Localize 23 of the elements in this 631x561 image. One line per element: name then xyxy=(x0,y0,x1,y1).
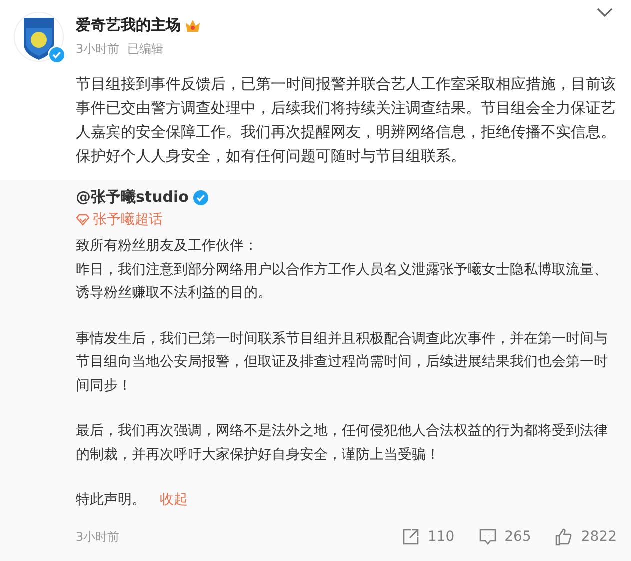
share-button[interactable]: 110 xyxy=(402,528,455,546)
topic-link[interactable]: 张予曦超话 xyxy=(76,211,617,229)
diamond-icon xyxy=(76,214,90,226)
post-text: 节目组接到事件反馈后，已第一时间报警并联合艺人工作室采取相应措施，目前该事件已交由警方调查处理中，后续我们将持续关注调查结果。节目组会全力保证艺人嘉宾的安全保障工作。我们再次提醒网友，明辨网络信息，拒绝传播不实信息。保护好个人人身安全，如有任何问题可随时与节目组联系。 xyxy=(75,74,617,167)
share-icon xyxy=(402,528,420,546)
author-name[interactable]: 爱奇艺我的主场 xyxy=(76,16,181,35)
greeting-text: 致所有粉丝朋友及工作伙伴： xyxy=(76,237,259,256)
collapse-link[interactable]: 收起 xyxy=(160,489,188,512)
repost-time: 3小时前 xyxy=(76,528,120,546)
comment-button[interactable]: 265 xyxy=(478,528,532,546)
repost-paragraph: 最后，我们再次强调，网络不是法外之地，任何侵犯他人合法权益的行为都将受到法律的制裁，并再次呼吁大家保护好自身安全，谨防上当受骗！ xyxy=(76,422,609,464)
post-time: 3小时前 xyxy=(76,41,120,58)
chevron-down-icon[interactable] xyxy=(597,8,613,18)
edited-label: 已编辑 xyxy=(128,41,164,58)
thumbs-up-icon xyxy=(555,528,574,546)
repost-author[interactable]: @张予曦studio xyxy=(76,188,189,207)
repost-paragraph: 昨日，我们注意到部分网络用户以合作方工作人员名义泄露张予曦女士隐私博取流量、诱导粉丝赚取不法利益的目的。 xyxy=(76,260,609,303)
like-button[interactable]: 2822 xyxy=(555,528,617,546)
closing-text: 特此声明。 xyxy=(76,491,146,510)
avatar-logo-icon xyxy=(14,12,64,62)
repost-paragraph: 事情发生后，我们已第一时间联系节目组并且积极配合调查此次事件，并在第一时间与节目组向当地公安局报警，但取证及排查过程尚需时间，后续进展结果我们也会第一时间同步！ xyxy=(76,330,609,396)
comment-icon xyxy=(478,528,497,546)
crown-icon xyxy=(185,18,201,32)
